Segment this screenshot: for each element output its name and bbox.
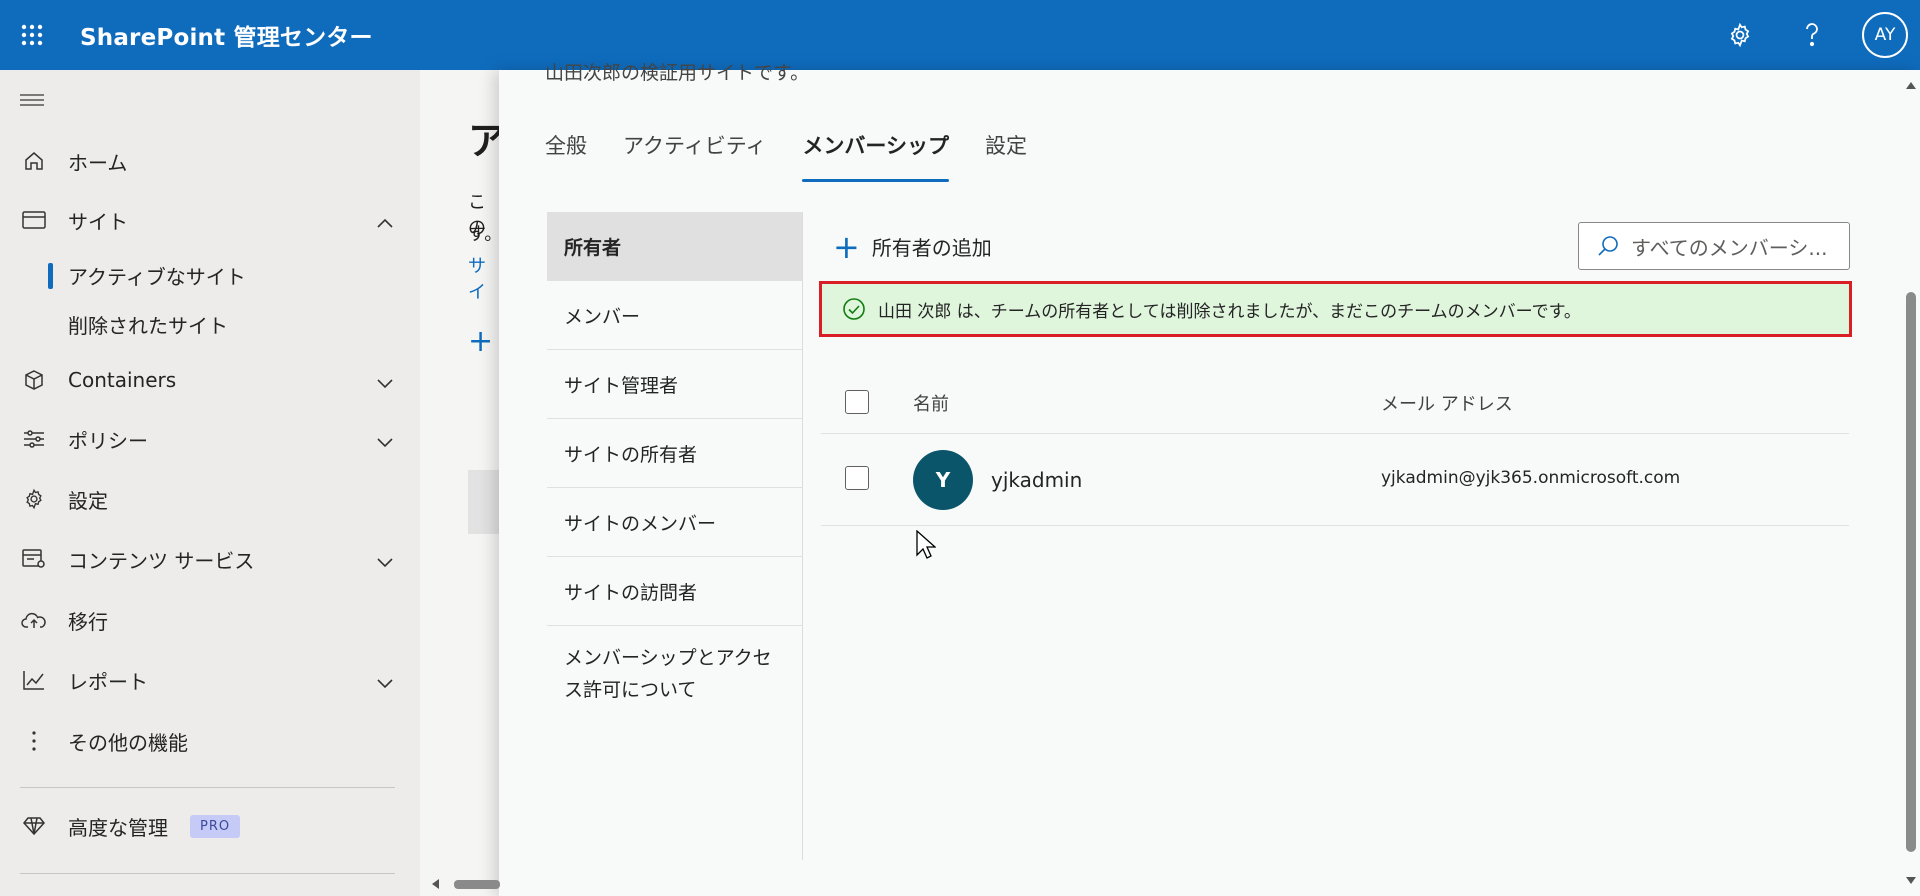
mouse-cursor-icon bbox=[916, 529, 937, 564]
nav-label: 設定 bbox=[68, 488, 108, 513]
search-input[interactable]: すべてのメンバーシ... bbox=[1578, 222, 1850, 270]
nav-label: ホーム bbox=[68, 150, 128, 175]
nav-divider bbox=[20, 787, 395, 788]
tab-membership[interactable]: メンバーシップ bbox=[802, 130, 949, 182]
more-icon bbox=[0, 730, 68, 752]
cube-icon bbox=[0, 369, 68, 391]
user-avatar[interactable]: AY bbox=[1862, 12, 1908, 58]
nav-item-advanced-management[interactable]: 高度な管理 PRO bbox=[0, 802, 420, 850]
subnav-site-owners[interactable]: サイトの所有者 bbox=[547, 419, 802, 488]
page-description: す。 bbox=[468, 224, 500, 245]
page-row-highlight bbox=[468, 470, 500, 534]
chart-icon bbox=[0, 670, 68, 690]
horizontal-scrollbar[interactable] bbox=[430, 878, 500, 892]
chevron-down-icon bbox=[376, 549, 394, 573]
subnav-site-admins[interactable]: サイト管理者 bbox=[547, 350, 802, 419]
add-owner-button[interactable]: + 所有者の追加 bbox=[833, 227, 992, 266]
nav-label: 高度な管理 bbox=[68, 815, 168, 840]
success-banner: 山田 次郎 は、チームの所有者としては削除されましたが、まだこのチームのメンバー… bbox=[819, 281, 1852, 337]
gear-icon[interactable] bbox=[1704, 0, 1776, 70]
checkmark-circle-icon bbox=[842, 297, 866, 321]
sliders-icon bbox=[0, 429, 68, 449]
vertical-scrollbar[interactable] bbox=[1902, 70, 1920, 896]
chevron-down-icon bbox=[376, 370, 394, 394]
nav-item-content-services[interactable]: コンテンツ サービス bbox=[0, 535, 420, 583]
row-email: yjkadmin@yjk365.onmicrosoft.com bbox=[1381, 468, 1681, 488]
chevron-up-icon bbox=[376, 210, 394, 234]
content-services-icon bbox=[0, 548, 68, 570]
nav-item-settings[interactable]: 設定 bbox=[0, 475, 420, 523]
subnav-site-members[interactable]: サイトのメンバー bbox=[547, 488, 802, 557]
page-title: ア bbox=[468, 119, 500, 163]
left-navigation: ホーム サイト アクティブなサイト 削除されたサイト Containers ポリ… bbox=[0, 70, 420, 896]
subnav-about-membership[interactable]: メンバーシップとアクセス許可について bbox=[547, 626, 802, 726]
home-icon bbox=[0, 150, 68, 172]
nav-label: Containers bbox=[68, 368, 177, 392]
column-header-name[interactable]: 名前 bbox=[913, 390, 949, 416]
avatar: Y bbox=[913, 450, 973, 510]
row-checkbox[interactable] bbox=[845, 466, 869, 490]
select-all-checkbox[interactable] bbox=[845, 390, 869, 414]
search-placeholder: すべてのメンバーシ... bbox=[1631, 235, 1828, 260]
nav-label: 移行 bbox=[68, 609, 108, 634]
search-icon bbox=[1597, 235, 1619, 257]
subnav-about-membership-label: メンバーシップとアクセス許可について bbox=[564, 647, 772, 701]
page-link[interactable]: サイ bbox=[468, 252, 500, 304]
subnav-owners[interactable]: 所有者 bbox=[547, 212, 802, 281]
table-header: 名前 メール アドレス bbox=[821, 370, 1849, 434]
nav-divider bbox=[20, 873, 395, 874]
plus-icon[interactable]: + bbox=[468, 324, 493, 359]
tab-activity[interactable]: アクティビティ bbox=[623, 130, 766, 182]
site-details-panel: 山田次郎の検証用サイトです。 全般 アクティビティ メンバーシップ 設定 所有者… bbox=[499, 62, 1920, 896]
nav-item-reports[interactable]: レポート bbox=[0, 656, 420, 704]
help-icon[interactable] bbox=[1776, 0, 1848, 70]
scroll-up-icon[interactable] bbox=[1906, 82, 1916, 89]
app-launcher-icon[interactable] bbox=[0, 0, 64, 70]
nav-label: ポリシー bbox=[68, 428, 148, 453]
table-row[interactable]: Y yjkadmin yjkadmin@yjk365.onmicrosoft.c… bbox=[821, 434, 1849, 526]
row-name: yjkadmin bbox=[991, 468, 1083, 492]
nav-subitem-deleted-sites[interactable]: 削除されたサイト bbox=[68, 310, 228, 339]
top-bar: SharePoint 管理センター AY bbox=[0, 0, 1920, 70]
nav-label: レポート bbox=[68, 669, 148, 694]
chevron-down-icon bbox=[376, 670, 394, 694]
pro-badge: PRO bbox=[190, 814, 241, 838]
nav-item-home[interactable]: ホーム bbox=[0, 137, 420, 185]
chevron-down-icon bbox=[376, 429, 394, 453]
tab-general[interactable]: 全般 bbox=[545, 130, 587, 182]
add-owner-label: 所有者の追加 bbox=[871, 236, 992, 260]
app-title[interactable]: SharePoint 管理センター bbox=[80, 18, 373, 52]
tab-list: 全般 アクティビティ メンバーシップ 設定 bbox=[545, 130, 1063, 182]
owners-table: 名前 メール アドレス Y yjkadmin yjkadmin@yjk365.o… bbox=[821, 370, 1849, 526]
scrollbar-thumb[interactable] bbox=[454, 880, 500, 889]
nav-label: サイト bbox=[68, 209, 128, 234]
tab-settings[interactable]: 設定 bbox=[985, 130, 1027, 182]
membership-subnav: 所有者 メンバー サイト管理者 サイトの所有者 サイトのメンバー サイトの訪問者… bbox=[547, 212, 803, 860]
hamburger-icon[interactable] bbox=[20, 92, 44, 112]
nav-item-containers[interactable]: Containers bbox=[0, 356, 420, 404]
scroll-down-icon[interactable] bbox=[1906, 877, 1916, 884]
background-page: ア この す。 サイ + bbox=[420, 70, 500, 896]
subnav-members[interactable]: メンバー bbox=[547, 281, 802, 350]
nav-label: コンテンツ サービス bbox=[68, 548, 255, 573]
nav-subitem-active-sites[interactable]: アクティブなサイト bbox=[48, 261, 246, 290]
diamond-icon bbox=[0, 816, 68, 836]
nav-item-policies[interactable]: ポリシー bbox=[0, 415, 420, 463]
plus-icon: + bbox=[833, 227, 860, 266]
gear-icon bbox=[0, 488, 68, 510]
subnav-site-visitors[interactable]: サイトの訪問者 bbox=[547, 557, 802, 626]
scroll-left-icon[interactable] bbox=[432, 879, 439, 889]
site-description: 山田次郎の検証用サイトです。 bbox=[545, 62, 810, 84]
scrollbar-thumb[interactable] bbox=[1906, 292, 1916, 852]
nav-item-more-features[interactable]: その他の機能 bbox=[0, 717, 420, 765]
nav-label: その他の機能 bbox=[68, 730, 188, 755]
nav-item-migration[interactable]: 移行 bbox=[0, 596, 420, 644]
banner-text: 山田 次郎 は、チームの所有者としては削除されましたが、まだこのチームのメンバー… bbox=[878, 301, 1581, 322]
nav-item-sites[interactable]: サイト bbox=[0, 196, 420, 244]
cloud-upload-icon bbox=[0, 610, 68, 630]
column-header-email[interactable]: メール アドレス bbox=[1381, 390, 1513, 416]
site-icon bbox=[0, 210, 68, 230]
